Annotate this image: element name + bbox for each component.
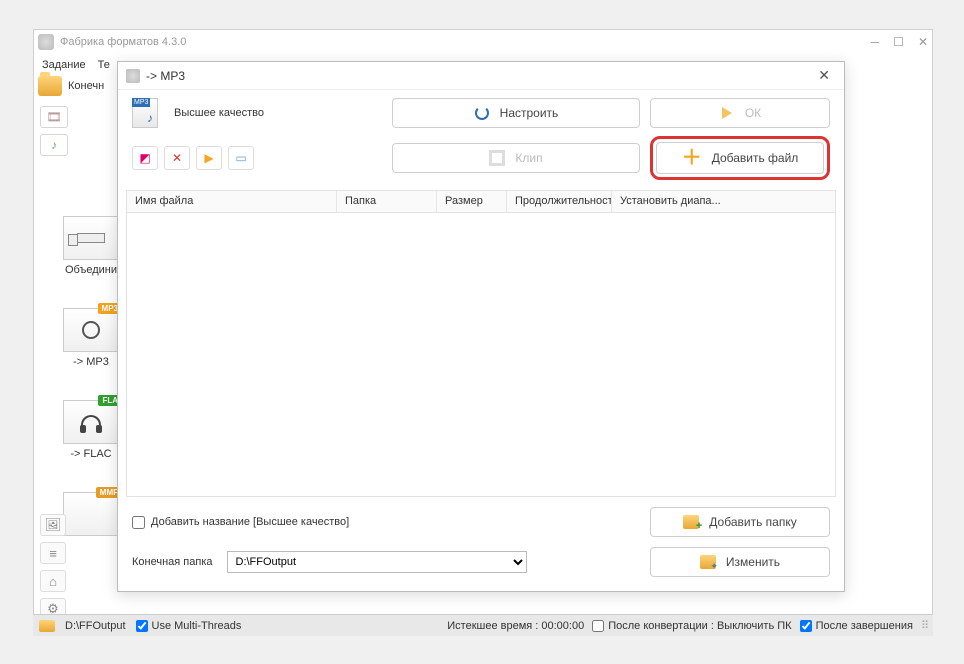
dialog-app-icon bbox=[126, 69, 140, 83]
toolbar-dest-label: Конечн bbox=[68, 80, 104, 92]
add-file-highlight: ＋ Добавить файл bbox=[650, 136, 830, 180]
maximize-button[interactable]: ☐ bbox=[893, 35, 904, 49]
clip-label: Клип bbox=[515, 151, 542, 165]
shortcut-join-label: Объедини bbox=[65, 264, 117, 276]
configure-label: Настроить bbox=[500, 106, 559, 120]
status-path: D:\FFOutput bbox=[65, 620, 126, 632]
multithread-checkbox[interactable]: Use Multi-Threads bbox=[136, 620, 242, 632]
rail-video-icon[interactable]: 🎞 bbox=[40, 106, 68, 128]
mp3-file-icon bbox=[132, 98, 158, 128]
folder-icon bbox=[38, 76, 62, 96]
speaker-icon bbox=[82, 321, 100, 339]
file-table: Имя файла Папка Размер Продолжительность… bbox=[126, 190, 836, 497]
after-conv-label: После конвертации : Выключить ПК bbox=[608, 620, 791, 632]
mini-doc-button[interactable]: ◩ bbox=[132, 146, 158, 170]
multithread-label: Use Multi-Threads bbox=[152, 620, 242, 632]
mini-play-button[interactable]: ▶ bbox=[196, 146, 222, 170]
dialog-row-1: Высшее качество Настроить ОК bbox=[118, 90, 844, 134]
col-range[interactable]: Установить диапа... bbox=[612, 191, 835, 212]
col-folder[interactable]: Папка bbox=[337, 191, 437, 212]
rail-audio-icon[interactable]: ♪ bbox=[40, 134, 68, 156]
toolbar-dest: Конечн bbox=[38, 76, 104, 96]
folder-gear-icon bbox=[700, 554, 716, 570]
shortcut-flac-label: -> FLAC bbox=[70, 448, 111, 460]
after-conv-checkbox[interactable]: После конвертации : Выключить ПК bbox=[592, 620, 791, 632]
add-folder-label: Добавить папку bbox=[709, 515, 796, 529]
multithread-input[interactable] bbox=[136, 620, 148, 632]
status-bar: D:\FFOutput Use Multi-Threads Истекшее в… bbox=[33, 614, 933, 636]
after-conv-input[interactable] bbox=[592, 620, 604, 632]
add-file-label: Добавить файл bbox=[712, 151, 799, 165]
join-icon bbox=[77, 233, 105, 243]
plus-icon: ＋ bbox=[682, 148, 702, 168]
resize-grip-icon[interactable]: ⠿ bbox=[921, 619, 927, 632]
close-button[interactable]: ✕ bbox=[918, 35, 928, 49]
clip-icon bbox=[489, 150, 505, 166]
left-rail: 🎞 ♪ bbox=[40, 106, 70, 156]
mp3-dialog: -> MP3 ✕ Высшее качество Настроить ОК ◩ … bbox=[117, 61, 845, 592]
table-body-empty bbox=[127, 213, 835, 497]
add-file-button[interactable]: ＋ Добавить файл bbox=[656, 142, 824, 174]
ok-arrow-icon bbox=[719, 105, 735, 121]
clip-button[interactable]: Клип bbox=[392, 143, 640, 173]
shortcut-mp3-label: -> MP3 bbox=[73, 356, 109, 368]
app-title: Фабрика форматов 4.3.0 bbox=[60, 36, 186, 48]
col-size[interactable]: Размер bbox=[437, 191, 507, 212]
headphone-icon bbox=[81, 415, 101, 429]
brail-device-icon[interactable]: ⌂ bbox=[40, 570, 66, 592]
quality-block: Высшее качество bbox=[132, 98, 382, 128]
add-folder-button[interactable]: Добавить папку bbox=[650, 507, 830, 537]
after-done-checkbox[interactable]: После завершения bbox=[800, 620, 913, 632]
add-title-checkbox[interactable]: Добавить название [Высшее качество] bbox=[132, 516, 630, 529]
mini-remove-button[interactable]: ✕ bbox=[164, 146, 190, 170]
change-button[interactable]: Изменить bbox=[650, 547, 830, 577]
menu-task[interactable]: Задание bbox=[42, 59, 86, 71]
mini-info-button[interactable]: ▭ bbox=[228, 146, 254, 170]
dest-label: Конечная папка bbox=[132, 556, 213, 568]
brail-picture-icon[interactable]: 🖼 bbox=[40, 514, 66, 536]
minimize-button[interactable]: ─ bbox=[871, 35, 880, 49]
mini-toolbar: ◩ ✕ ▶ ▭ bbox=[132, 146, 382, 170]
brail-list-icon[interactable]: ≡ bbox=[40, 542, 66, 564]
add-title-input[interactable] bbox=[132, 516, 145, 529]
add-title-label: Добавить название [Высшее качество] bbox=[151, 516, 349, 528]
dialog-title: -> MP3 bbox=[146, 69, 185, 83]
window-buttons: ─ ☐ ✕ bbox=[871, 35, 928, 49]
dialog-bottom: Добавить название [Высшее качество] Доба… bbox=[118, 497, 844, 591]
dialog-row-2: ◩ ✕ ▶ ▭ Клип ＋ Добавить файл bbox=[118, 134, 844, 190]
after-done-label: После завершения bbox=[816, 620, 913, 632]
dest-select[interactable]: D:\FFOutput bbox=[227, 551, 527, 573]
table-header: Имя файла Папка Размер Продолжительность… bbox=[127, 191, 835, 213]
after-done-input[interactable] bbox=[800, 620, 812, 632]
status-elapsed: Истекшее время : 00:00:00 bbox=[447, 620, 584, 632]
menu-te[interactable]: Те bbox=[98, 59, 110, 71]
ok-button[interactable]: ОК bbox=[650, 98, 830, 128]
folder-plus-icon bbox=[683, 514, 699, 530]
dialog-titlebar: -> MP3 ✕ bbox=[118, 62, 844, 90]
dest-row: Конечная папка D:\FFOutput bbox=[132, 551, 630, 573]
configure-button[interactable]: Настроить bbox=[392, 98, 640, 128]
app-icon bbox=[38, 34, 54, 50]
statusbar-folder-icon bbox=[39, 620, 55, 632]
ok-label: ОК bbox=[745, 106, 761, 120]
quality-label: Высшее качество bbox=[174, 107, 264, 119]
change-label: Изменить bbox=[726, 555, 780, 569]
main-titlebar: Фабрика форматов 4.3.0 ─ ☐ ✕ bbox=[34, 30, 932, 54]
col-filename[interactable]: Имя файла bbox=[127, 191, 337, 212]
bottom-rail: 🖼 ≡ ⌂ ⚙ bbox=[40, 514, 66, 620]
col-duration[interactable]: Продолжительность bbox=[507, 191, 612, 212]
dialog-close-button[interactable]: ✕ bbox=[812, 65, 836, 86]
configure-icon bbox=[474, 105, 490, 121]
